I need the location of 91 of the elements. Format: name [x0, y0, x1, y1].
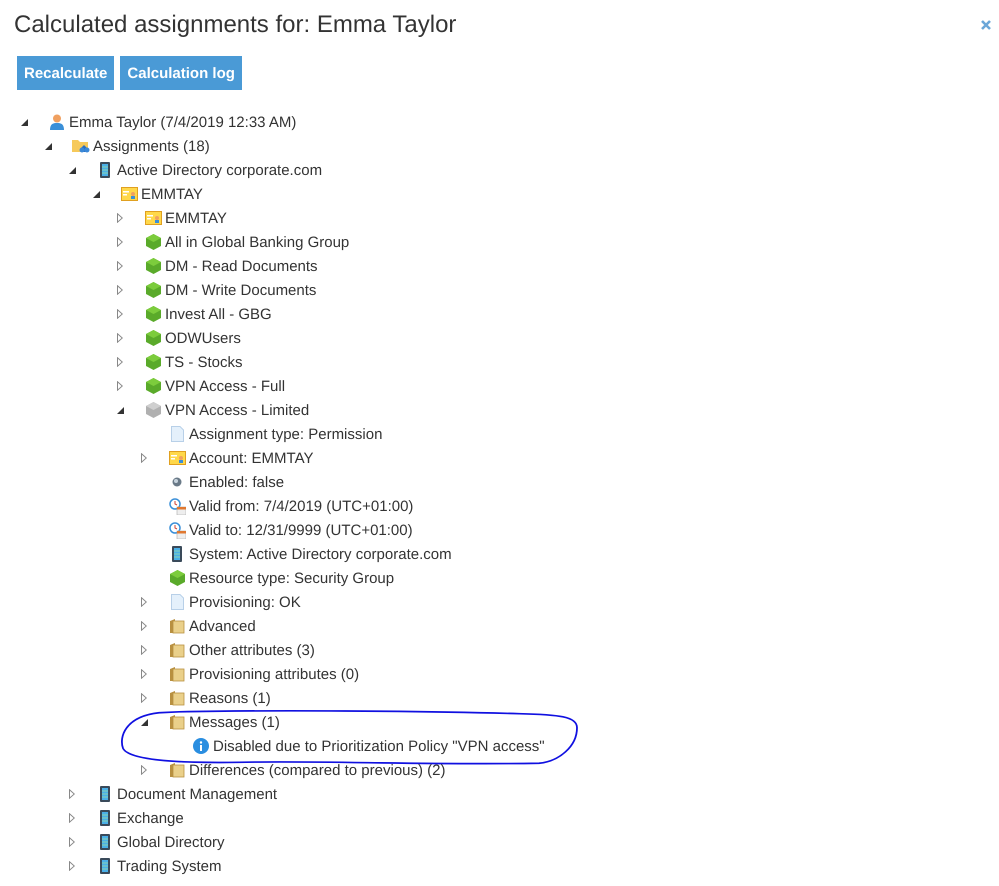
document-icon	[170, 426, 184, 442]
dot-icon	[172, 477, 182, 487]
tree-item[interactable]: VPN Access - Full	[165, 378, 286, 394]
cube-icon	[146, 354, 160, 370]
tree-item[interactable]: Differences (compared to previous) (2)	[189, 762, 446, 778]
clock-calendar-icon	[168, 522, 186, 538]
cube-icon	[146, 282, 160, 298]
expand-arrow-icon[interactable]	[117, 309, 123, 319]
collapse-arrow-icon[interactable]	[21, 118, 28, 126]
cube-icon	[146, 258, 160, 274]
expand-arrow-icon[interactable]	[69, 813, 75, 823]
id-card-icon	[144, 211, 162, 225]
expand-arrow-icon[interactable]	[69, 861, 75, 871]
folder-icon	[169, 690, 185, 706]
tree-item[interactable]: EMMTAY	[141, 186, 203, 202]
tree-item[interactable]: System: Active Directory corporate.com	[189, 546, 452, 562]
collapse-arrow-icon[interactable]	[141, 718, 148, 726]
folder-icon	[169, 666, 185, 682]
tree-item[interactable]: Trading System	[117, 858, 222, 874]
expand-arrow-icon[interactable]	[141, 645, 147, 655]
tree-item[interactable]: Other attributes (3)	[189, 642, 315, 658]
tree-item[interactable]: VPN Access - Limited	[165, 402, 310, 418]
tree-item[interactable]: Advanced	[189, 618, 256, 634]
tree-item[interactable]: ODWUsers	[165, 330, 241, 346]
expand-arrow-icon[interactable]	[117, 261, 123, 271]
expand-arrow-icon[interactable]	[117, 333, 123, 343]
expand-arrow-icon[interactable]	[69, 837, 75, 847]
tree-item[interactable]: Reasons (1)	[189, 690, 271, 706]
tree-item[interactable]: Global Directory	[117, 834, 225, 850]
folder-icon	[72, 138, 90, 154]
expand-arrow-icon[interactable]	[117, 357, 123, 367]
tree-item[interactable]: Emma Taylor (7/4/2019 12:33 AM)	[69, 114, 296, 130]
close-icon[interactable]	[981, 20, 991, 30]
tree-item[interactable]: EMMTAY	[165, 210, 227, 226]
tree-item[interactable]: Provisioning: OK	[189, 594, 301, 610]
tree-item[interactable]: All in Global Banking Group	[165, 234, 350, 250]
tree-item[interactable]: Disabled due to Prioritization Policy "VPN access"	[213, 738, 545, 754]
tree-item[interactable]: TS - Stocks	[165, 354, 243, 370]
expand-arrow-icon[interactable]	[141, 693, 147, 703]
person-icon	[50, 114, 64, 130]
id-card-icon	[120, 187, 138, 201]
expand-arrow-icon[interactable]	[69, 789, 75, 799]
info-icon	[193, 738, 209, 754]
folder-icon	[169, 762, 185, 778]
tree-item[interactable]: DM - Write Documents	[165, 282, 316, 298]
tree-item[interactable]: DM - Read Documents	[165, 258, 318, 274]
cube-icon	[146, 234, 160, 250]
expand-arrow-icon[interactable]	[141, 453, 147, 463]
expand-arrow-icon[interactable]	[117, 213, 123, 223]
expand-arrow-icon[interactable]	[141, 597, 147, 607]
server-icon	[100, 834, 110, 850]
tree-item[interactable]: Resource type: Security Group	[189, 570, 394, 586]
tree-item[interactable]: Messages (1)	[189, 714, 280, 730]
expand-arrow-icon[interactable]	[117, 381, 123, 391]
folder-icon	[169, 714, 185, 730]
tree-item[interactable]: Enabled: false	[189, 474, 284, 490]
collapse-arrow-icon[interactable]	[45, 142, 52, 150]
expand-arrow-icon[interactable]	[117, 237, 123, 247]
server-icon	[172, 546, 182, 562]
dialog-title: Calculated assignments for: Emma Taylor	[14, 10, 456, 40]
server-icon	[100, 810, 110, 826]
tree-item[interactable]: Invest All - GBG	[165, 306, 272, 322]
tree-item[interactable]: Account: EMMTAY	[189, 450, 314, 466]
tree-item[interactable]: Assignment type: Permission	[189, 426, 382, 442]
cube-icon	[170, 570, 184, 586]
tree-item[interactable]: Document Management	[117, 786, 278, 802]
server-icon	[100, 162, 110, 178]
folder-icon	[169, 642, 185, 658]
expand-arrow-icon[interactable]	[117, 285, 123, 295]
id-card-icon	[168, 451, 186, 465]
tree-item[interactable]: Provisioning attributes (0)	[189, 666, 360, 682]
document-icon	[170, 594, 184, 610]
server-icon	[100, 786, 110, 802]
server-icon	[100, 858, 110, 874]
expand-arrow-icon[interactable]	[141, 621, 147, 631]
collapse-arrow-icon[interactable]	[117, 406, 124, 414]
cube-icon	[146, 402, 160, 418]
clock-calendar-icon	[168, 498, 186, 514]
cube-icon	[146, 378, 160, 394]
tree-item[interactable]: Valid from: 7/4/2019 (UTC+01:00)	[189, 498, 414, 514]
tree-item[interactable]: Active Directory corporate.com	[117, 162, 322, 178]
expand-arrow-icon[interactable]	[141, 669, 147, 679]
cube-icon	[146, 306, 160, 322]
folder-icon	[169, 618, 185, 634]
tree-item[interactable]: Assignments (18)	[93, 138, 210, 154]
expand-arrow-icon[interactable]	[141, 765, 147, 775]
tree-item[interactable]: Exchange	[117, 810, 184, 826]
collapse-arrow-icon[interactable]	[93, 190, 100, 198]
cube-icon	[146, 330, 160, 346]
tree-item[interactable]: Valid to: 12/31/9999 (UTC+01:00)	[189, 522, 413, 538]
collapse-arrow-icon[interactable]	[69, 166, 76, 174]
